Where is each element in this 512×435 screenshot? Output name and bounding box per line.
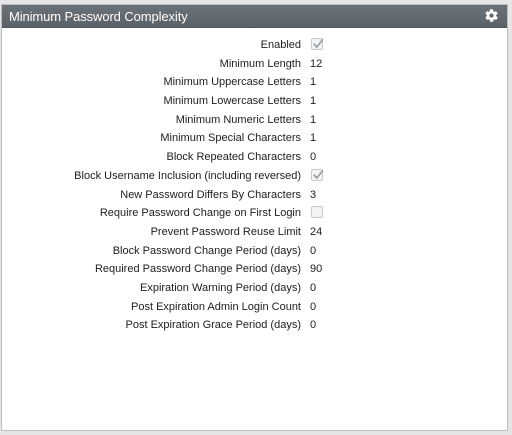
setting-row-min-numeric: Minimum Numeric Letters 1 [2,113,507,132]
setting-label-required-change-period: Required Password Change Period (days) [94,263,301,276]
setting-label-post-expiration-admin-login: Post Expiration Admin Login Count [131,300,301,313]
setting-row-require-change-first-login: Require Password Change on First Login [2,206,507,225]
setting-value-min-lowercase: 1 [310,95,317,108]
setting-row-post-expiration-grace: Post Expiration Grace Period (days) 0 [2,318,507,337]
setting-label-block-change-period: Block Password Change Period (days) [112,244,301,257]
setting-label-reuse-limit: Prevent Password Reuse Limit [150,225,301,238]
setting-row-enabled: Enabled [2,38,507,57]
setting-checkbox-block-username[interactable] [311,168,324,181]
setting-row-block-change-period: Block Password Change Period (days) 0 [2,244,507,263]
setting-value-required-change-period: 90 [310,263,323,276]
setting-label-new-differs: New Password Differs By Characters [120,188,301,201]
setting-row-reuse-limit: Prevent Password Reuse Limit 24 [2,225,507,244]
gear-icon[interactable] [484,8,499,23]
checkmark-icon [313,38,324,48]
setting-row-required-change-period: Required Password Change Period (days) 90 [2,262,507,281]
setting-value-min-special: 1 [310,132,317,145]
setting-row-expiration-warning: Expiration Warning Period (days) 0 [2,281,507,300]
setting-value-min-uppercase: 1 [310,76,317,89]
setting-row-block-repeated: Block Repeated Characters 0 [2,150,507,169]
setting-label-enabled: Enabled [260,39,301,51]
setting-value-block-change-period: 0 [310,244,317,257]
setting-row-new-differs: New Password Differs By Characters 3 [2,188,507,207]
setting-value-new-differs: 3 [310,188,317,201]
setting-value-expiration-warning: 0 [310,281,317,294]
setting-row-post-expiration-admin-login: Post Expiration Admin Login Count 0 [2,300,507,319]
setting-label-block-repeated: Block Repeated Characters [166,151,301,164]
panel-title: Minimum Password Complexity [9,9,188,24]
setting-label-expiration-warning: Expiration Warning Period (days) [140,281,301,294]
setting-value-reuse-limit: 24 [310,225,323,238]
setting-row-min-special: Minimum Special Characters 1 [2,131,507,150]
setting-label-min-length: Minimum Length [219,57,301,70]
setting-checkbox-enabled[interactable] [311,38,324,50]
checkmark-icon [313,169,324,179]
setting-label-require-change-first-login: Require Password Change on First Login [99,207,301,220]
setting-label-min-numeric: Minimum Numeric Letters [175,113,301,126]
setting-value-block-repeated: 0 [310,151,317,164]
setting-label-block-username: Block Username Inclusion (including reve… [74,169,301,182]
setting-value-post-expiration-grace: 0 [310,319,317,332]
password-complexity-panel: Minimum Password Complexity Enabled Minim… [1,4,508,431]
settings-list: Enabled Minimum Length 12 Minimum Uppercase… [2,38,507,337]
setting-value-post-expiration-admin-login: 0 [310,300,317,313]
setting-row-block-username: Block Username Inclusion (including reve… [2,168,507,188]
setting-checkbox-require-change-first-login[interactable] [311,206,323,219]
setting-label-min-lowercase: Minimum Lowercase Letters [163,95,301,108]
setting-row-min-length: Minimum Length 12 [2,57,507,76]
panel-header: Minimum Password Complexity [2,5,507,28]
setting-label-min-uppercase: Minimum Uppercase Letters [163,76,301,89]
setting-row-min-uppercase: Minimum Uppercase Letters 1 [2,75,507,94]
setting-value-min-length: 12 [310,57,323,70]
setting-row-min-lowercase: Minimum Lowercase Letters 1 [2,94,507,113]
setting-label-min-special: Minimum Special Characters [160,132,301,145]
setting-label-post-expiration-grace: Post Expiration Grace Period (days) [125,319,301,332]
setting-value-min-numeric: 1 [310,113,317,126]
